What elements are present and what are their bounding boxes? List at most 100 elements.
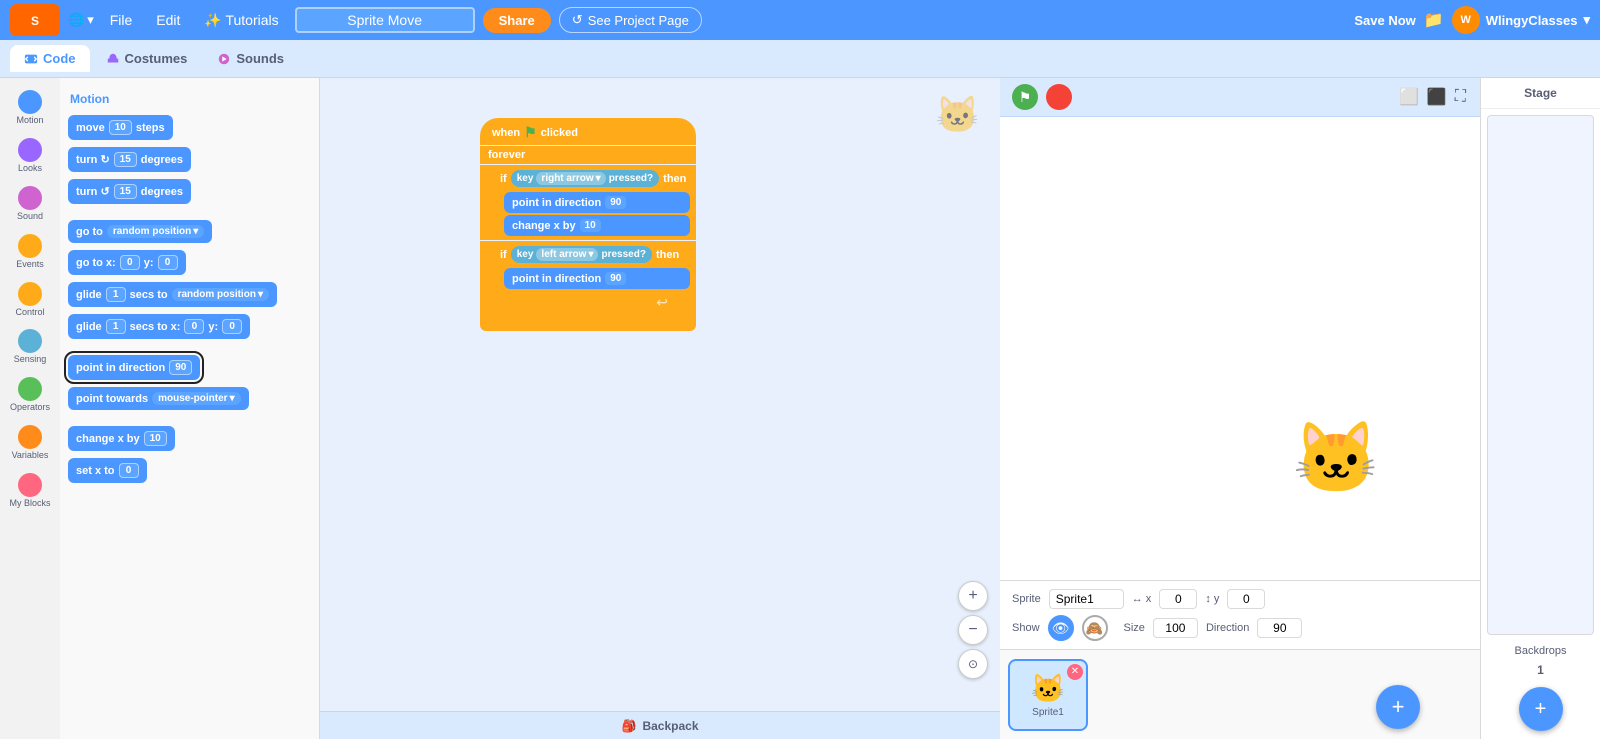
block-set-x-row: set x to 0: [66, 455, 313, 486]
block-glide-row: glide 1 secs to random position ▾: [66, 279, 313, 310]
block-turn-right[interactable]: turn ↻ 15 degrees: [68, 147, 191, 172]
motion-circle: [18, 90, 42, 114]
direction-input[interactable]: [1257, 618, 1302, 638]
tab-costumes[interactable]: Costumes: [92, 45, 202, 72]
point-towards-dropdown[interactable]: mouse-pointer ▾: [152, 392, 240, 405]
size-input[interactable]: [1153, 618, 1198, 638]
block-change-x[interactable]: change x by 10: [68, 426, 175, 451]
glide-dropdown[interactable]: random position ▾: [172, 288, 269, 301]
canvas-area: 🐱 when ⚑ clicked forever: [320, 78, 1000, 739]
operators-circle: [18, 377, 42, 401]
user-menu[interactable]: W WlingyClasses ▾: [1452, 6, 1590, 34]
add-sprite-button[interactable]: +: [1376, 685, 1420, 729]
sound-label: Sound: [17, 212, 43, 222]
category-variables[interactable]: Variables: [1, 421, 59, 465]
block-move[interactable]: move 10 steps: [68, 115, 173, 140]
if-left-condition[interactable]: key left arrow ▾ pressed?: [511, 246, 652, 263]
category-sound[interactable]: Sound: [1, 182, 59, 226]
block-set-x[interactable]: set x to 0: [68, 458, 147, 483]
point-dir-block-1[interactable]: point in direction 90: [504, 192, 690, 213]
events-circle: [18, 234, 42, 258]
small-stage-button[interactable]: ⬜: [1397, 85, 1421, 109]
show-hidden-button[interactable]: 🙈: [1082, 615, 1108, 641]
block-point-towards-row: point towards mouse-pointer ▾: [66, 384, 313, 413]
block-goto[interactable]: go to random position ▾: [68, 220, 212, 243]
normal-stage-button[interactable]: ⬛: [1425, 85, 1449, 109]
category-looks[interactable]: Looks: [1, 134, 59, 178]
block-goto-xy[interactable]: go to x: 0 y: 0: [68, 250, 186, 275]
backpack-bar[interactable]: 🎒 Backpack: [320, 711, 1000, 739]
sprite-label: Sprite: [1012, 593, 1041, 605]
scratch-logo[interactable]: S: [10, 4, 60, 36]
block-glide[interactable]: glide 1 secs to random position ▾: [68, 282, 277, 307]
block-point-direction-row: point in direction 90: [66, 352, 313, 383]
category-sensing[interactable]: Sensing: [1, 325, 59, 369]
category-operators[interactable]: Operators: [1, 373, 59, 417]
edit-menu-button[interactable]: Edit: [148, 8, 188, 32]
category-events[interactable]: Events: [1, 230, 59, 274]
globe-button[interactable]: 🌐 ▾: [68, 12, 94, 28]
stop-button[interactable]: [1046, 84, 1072, 110]
zoom-reset-button[interactable]: ⊙: [958, 649, 988, 679]
backdrops-count: 1: [1481, 661, 1600, 679]
stage-panel: ⚑ ⬜ ⬛ ⛶ 🐱 Sprite ↔ x ↕ y: [1000, 78, 1480, 739]
goto-dropdown[interactable]: random position ▾: [107, 225, 204, 238]
tab-costumes-label: Costumes: [125, 51, 188, 66]
sprite-delete-button[interactable]: ✕: [1067, 664, 1083, 680]
block-turn-left[interactable]: turn ↺ 15 degrees: [68, 179, 191, 204]
category-myblocks[interactable]: My Blocks: [1, 469, 59, 513]
globe-icon: 🌐: [68, 12, 84, 28]
y-coord-input[interactable]: [1227, 589, 1265, 609]
zoom-controls: + − ⊙: [958, 581, 988, 679]
add-backdrop-button[interactable]: +: [1519, 687, 1563, 731]
show-visible-button[interactable]: 👁: [1048, 615, 1074, 641]
navbar: S 🌐 ▾ File Edit ✨ Tutorials Share ↺ See …: [0, 0, 1600, 40]
block-change-x-row: change x by 10: [66, 423, 313, 454]
size-label: Size: [1124, 622, 1145, 634]
tabs-row: Code Costumes Sounds: [0, 40, 1600, 78]
tutorials-button[interactable]: ✨ Tutorials: [196, 8, 286, 33]
add-sprite-icon: +: [1392, 694, 1405, 720]
x-coord-input[interactable]: [1159, 589, 1197, 609]
when-clicked-block[interactable]: when ⚑ clicked forever if key: [480, 118, 696, 331]
add-backdrop-icon: +: [1535, 698, 1547, 721]
category-control[interactable]: Control: [1, 278, 59, 322]
save-now-button[interactable]: Save Now: [1354, 13, 1415, 28]
fullscreen-button[interactable]: ⛶: [1453, 85, 1468, 109]
see-project-button[interactable]: ↺ See Project Page: [559, 7, 702, 33]
backdrops-label: Backdrops: [1481, 641, 1600, 661]
change-x-block[interactable]: change x by 10: [504, 215, 690, 236]
folder-icon[interactable]: 📁: [1424, 10, 1444, 30]
variables-label: Variables: [12, 451, 49, 461]
main-layout: Motion Looks Sound Events Control Sensin…: [0, 78, 1600, 739]
sprite-thumb-sprite1[interactable]: ✕ 🐱 Sprite1: [1008, 659, 1088, 731]
script-canvas[interactable]: 🐱 when ⚑ clicked forever: [320, 78, 1000, 739]
control-circle: [18, 282, 42, 306]
block-point-direction[interactable]: point in direction 90: [68, 355, 200, 380]
tab-sounds[interactable]: Sounds: [203, 45, 298, 72]
block-point-towards[interactable]: point towards mouse-pointer ▾: [68, 387, 249, 410]
operators-label: Operators: [10, 403, 50, 413]
block-glide-xy[interactable]: glide 1 secs to x: 0 y: 0: [68, 314, 250, 339]
file-menu-button[interactable]: File: [102, 8, 141, 32]
sound-circle: [18, 186, 42, 210]
zoom-out-button[interactable]: −: [958, 615, 988, 645]
sprite-info-section: Sprite ↔ x ↕ y Show 👁 🙈 Size Direction: [1000, 580, 1480, 649]
share-button[interactable]: Share: [483, 8, 551, 33]
tab-code[interactable]: Code: [10, 45, 90, 72]
project-title-input[interactable]: [295, 7, 475, 33]
control-label: Control: [15, 308, 44, 318]
svg-text:S: S: [31, 14, 39, 28]
if-right-condition[interactable]: key right arrow ▾ pressed?: [511, 170, 659, 187]
sensing-circle: [18, 329, 42, 353]
sprite-name-input[interactable]: [1049, 589, 1124, 609]
sprite-thumb-cat: 🐱: [1031, 672, 1066, 705]
point-dir-block-2[interactable]: point in direction 90: [504, 268, 690, 289]
stage-right-panel: Stage Backdrops 1 +: [1480, 78, 1600, 739]
user-avatar: W: [1452, 6, 1480, 34]
category-motion[interactable]: Motion: [1, 86, 59, 130]
block-glide-xy-row: glide 1 secs to x: 0 y: 0: [66, 311, 313, 342]
sprites-list-section: ✕ 🐱 Sprite1 +: [1000, 649, 1480, 739]
zoom-in-button[interactable]: +: [958, 581, 988, 611]
green-flag-button[interactable]: ⚑: [1012, 84, 1038, 110]
